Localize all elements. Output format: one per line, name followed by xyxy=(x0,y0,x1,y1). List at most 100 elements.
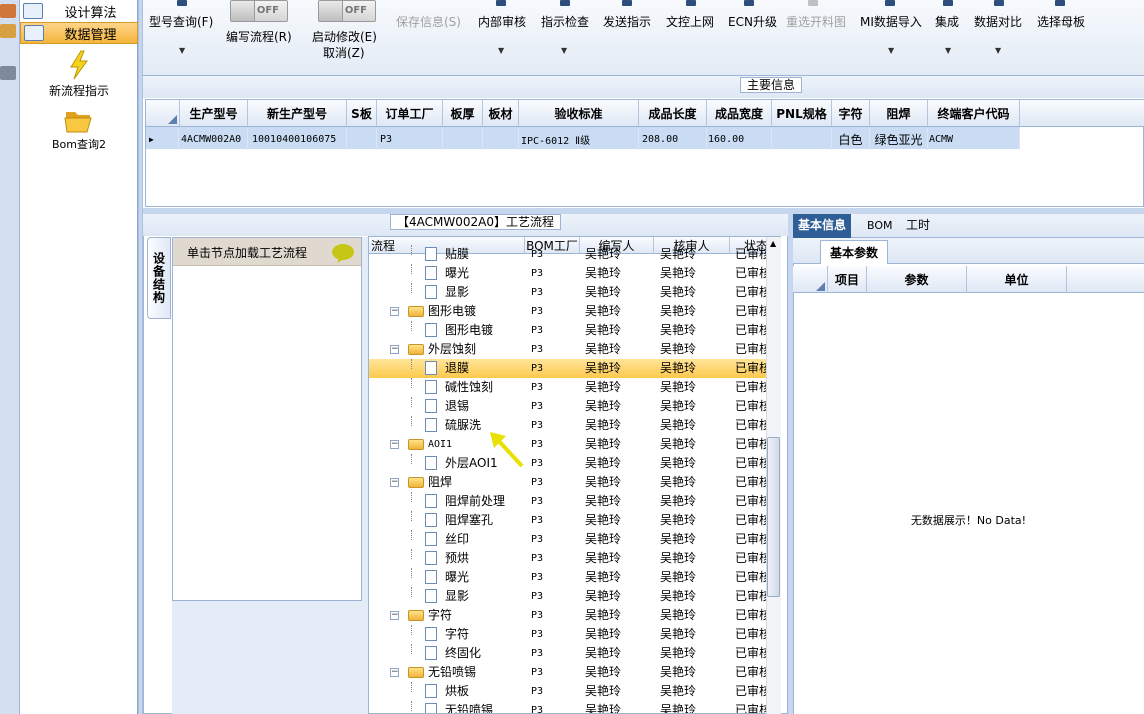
column-header[interactable]: 阻焊 xyxy=(870,100,928,127)
column-header[interactable]: 项目 xyxy=(828,266,867,293)
tree-scrollbar-thumb[interactable] xyxy=(767,437,780,597)
tree-group-row[interactable]: − 阻焊 P3 吴艳玲 吴艳玲 已审核 xyxy=(369,473,780,492)
app-icon-2[interactable] xyxy=(0,24,16,38)
collapse-icon[interactable]: − xyxy=(390,307,399,316)
tree-group-row[interactable]: − 图形电镀 P3 吴艳玲 吴艳玲 已审核 xyxy=(369,302,780,321)
tree-row[interactable]: 显影 P3 吴艳玲 吴艳玲 已审核 xyxy=(369,283,780,302)
tree-row[interactable]: 阻焊塞孔 P3 吴艳玲 吴艳玲 已审核 xyxy=(369,511,780,530)
indicator-check-button[interactable]: 指示检查 xyxy=(541,13,589,30)
cancel-button[interactable]: 取消(Z) xyxy=(323,44,365,61)
nav-new-flow-indicator[interactable]: 新流程指示 xyxy=(20,50,138,99)
tree-row[interactable]: 无铅喷锡 P3 吴艳玲 吴艳玲 已审核 xyxy=(369,701,780,714)
mi-import-button[interactable]: MI数据导入 xyxy=(860,13,922,30)
send-indicator-button[interactable]: 发送指示 xyxy=(603,13,651,30)
tree-row[interactable]: 终固化 P3 吴艳玲 吴艳玲 已审核 xyxy=(369,644,780,663)
tree-row[interactable]: 烘板 P3 吴艳玲 吴艳玲 已审核 xyxy=(369,682,780,701)
nav-item-data-management[interactable]: 数据管理 xyxy=(20,22,138,44)
cell-writer: 吴艳玲 xyxy=(585,703,622,714)
column-header[interactable]: 订单工厂 xyxy=(377,100,443,127)
cell-s-board[interactable] xyxy=(347,128,377,150)
tree-row[interactable]: 贴膜 P3 吴艳玲 吴艳玲 已审核 xyxy=(369,245,780,264)
column-header[interactable]: 成品长度 xyxy=(639,100,707,127)
cell-length[interactable]: 208.00 xyxy=(639,128,707,150)
ecn-upgrade-button[interactable]: ECN升级 xyxy=(728,13,777,30)
collapse-icon[interactable]: − xyxy=(390,440,399,449)
tree-row[interactable]: 丝印 P3 吴艳玲 吴艳玲 已审核 xyxy=(369,530,780,549)
chevron-down-icon[interactable]: ▼ xyxy=(945,46,951,55)
column-header[interactable]: 成品宽度 xyxy=(707,100,772,127)
column-header[interactable]: 终端客户代码 xyxy=(928,100,1020,127)
cell-material[interactable] xyxy=(483,128,519,150)
cell-new-model[interactable]: 10010400106075 xyxy=(248,128,347,150)
cell-acceptance[interactable]: IPC-6012 Ⅱ级 xyxy=(519,128,639,150)
cell-width[interactable]: 160.00 xyxy=(707,128,772,150)
tab-equipment-structure[interactable]: 设备结构 xyxy=(147,237,171,319)
tree-group-row[interactable]: − 无铅喷锡 P3 吴艳玲 吴艳玲 已审核 xyxy=(369,663,780,682)
select-master-button[interactable]: 选择母板 xyxy=(1037,13,1085,30)
tree-row[interactable]: 预烘 P3 吴艳玲 吴艳玲 已审核 xyxy=(369,549,780,568)
column-header[interactable]: S板 xyxy=(347,100,377,127)
column-header[interactable]: 参数 xyxy=(867,266,967,293)
model-query-button[interactable]: 型号查询(F) xyxy=(149,13,213,30)
cell-model[interactable]: 4ACMW002A0 xyxy=(180,128,248,150)
save-info-button[interactable]: 保存信息(S) xyxy=(396,13,461,30)
cell-thickness[interactable] xyxy=(443,128,483,150)
data-compare-button[interactable]: 数据对比 xyxy=(974,13,1022,30)
internal-review-button[interactable]: 内部审核 xyxy=(478,13,526,30)
cell-reviewer: 吴艳玲 xyxy=(660,627,697,641)
tab-bom[interactable]: BOM xyxy=(862,214,898,238)
column-header[interactable]: PNL规格 xyxy=(772,100,832,127)
chevron-down-icon[interactable]: ▼ xyxy=(561,46,567,55)
tree-row[interactable]: 外层AOI1 P3 吴艳玲 吴艳玲 已审核 xyxy=(369,454,780,473)
column-header[interactable]: 新生产型号 xyxy=(248,100,347,127)
collapse-icon[interactable]: − xyxy=(390,611,399,620)
tree-row[interactable]: 曝光 P3 吴艳玲 吴艳玲 已审核 xyxy=(369,568,780,587)
doc-control-online-button[interactable]: 文控上网 xyxy=(666,13,714,30)
tree-row[interactable]: 曝光 P3 吴艳玲 吴艳玲 已审核 xyxy=(369,264,780,283)
tree-row[interactable]: 碱性蚀刻 P3 吴艳玲 吴艳玲 已审核 xyxy=(369,378,780,397)
column-header[interactable]: 单位 xyxy=(967,266,1067,293)
column-header[interactable]: 板厚 xyxy=(443,100,483,127)
tree-group-row[interactable]: − 字符 P3 吴艳玲 吴艳玲 已审核 xyxy=(369,606,780,625)
tab-basic-info[interactable]: 基本信息 xyxy=(793,214,852,238)
collapse-icon[interactable]: − xyxy=(390,345,399,354)
app-icon-1[interactable] xyxy=(0,4,16,18)
tree-row[interactable]: 显影 P3 吴艳玲 吴艳玲 已审核 xyxy=(369,587,780,606)
main-info-title-bar xyxy=(143,76,1144,98)
tree-row[interactable]: 字符 P3 吴艳玲 吴艳玲 已审核 xyxy=(369,625,780,644)
tab-work-hours[interactable]: 工时 xyxy=(901,214,935,238)
nav-item-design-algorithm[interactable]: 设计算法 xyxy=(20,0,138,22)
scroll-up-icon[interactable]: ▲ xyxy=(770,239,776,248)
tree-row[interactable]: 硫脲洗 P3 吴艳玲 吴艳玲 已审核 xyxy=(369,416,780,435)
tree-group-row[interactable]: − 外层蚀刻 P3 吴艳玲 吴艳玲 已审核 xyxy=(369,340,780,359)
tree-row[interactable]: 阻焊前处理 P3 吴艳玲 吴艳玲 已审核 xyxy=(369,492,780,511)
column-header[interactable]: 验收标准 xyxy=(519,100,639,127)
start-modify-toggle[interactable]: OFF xyxy=(318,0,376,22)
chevron-down-icon[interactable]: ▼ xyxy=(888,46,894,55)
cell-order-factory[interactable]: P3 xyxy=(377,128,443,150)
cell-solder-mask[interactable]: 绿色亚光 xyxy=(870,128,928,150)
collapse-icon[interactable]: − xyxy=(390,668,399,677)
cell-pnl[interactable] xyxy=(772,128,832,150)
reselect-material-button[interactable]: 重选开料图 xyxy=(786,13,846,30)
chevron-down-icon[interactable]: ▼ xyxy=(179,46,185,55)
collapse-icon[interactable]: − xyxy=(390,478,399,487)
cell-char[interactable]: 白色 xyxy=(832,128,870,150)
tree-row[interactable]: 图形电镀 P3 吴艳玲 吴艳玲 已审核 xyxy=(369,321,780,340)
nav-bom-query[interactable]: Bom查询2 xyxy=(20,106,138,152)
write-flow-toggle[interactable]: OFF xyxy=(230,0,288,22)
tree-group-row[interactable]: − AOI1 P3 吴艳玲 吴艳玲 已审核 xyxy=(369,435,780,454)
toggle-knob xyxy=(231,1,255,21)
tree-row[interactable]: 退膜 P3 吴艳玲 吴艳玲 已审核 xyxy=(369,359,780,378)
cell-writer: 吴艳玲 xyxy=(585,266,622,280)
chevron-down-icon[interactable]: ▼ xyxy=(995,46,1001,55)
app-icon-3[interactable] xyxy=(0,66,16,80)
chevron-down-icon[interactable]: ▼ xyxy=(498,46,504,55)
tree-row[interactable]: 退锡 P3 吴艳玲 吴艳玲 已审核 xyxy=(369,397,780,416)
cell-customer-code[interactable]: ACMW xyxy=(928,128,1020,150)
column-header[interactable]: 生产型号 xyxy=(180,100,248,127)
tab-basic-params[interactable]: 基本参数 xyxy=(820,240,888,264)
integrate-button[interactable]: 集成 xyxy=(935,13,959,30)
column-header[interactable]: 板材 xyxy=(483,100,519,127)
column-header[interactable]: 字符 xyxy=(832,100,870,127)
